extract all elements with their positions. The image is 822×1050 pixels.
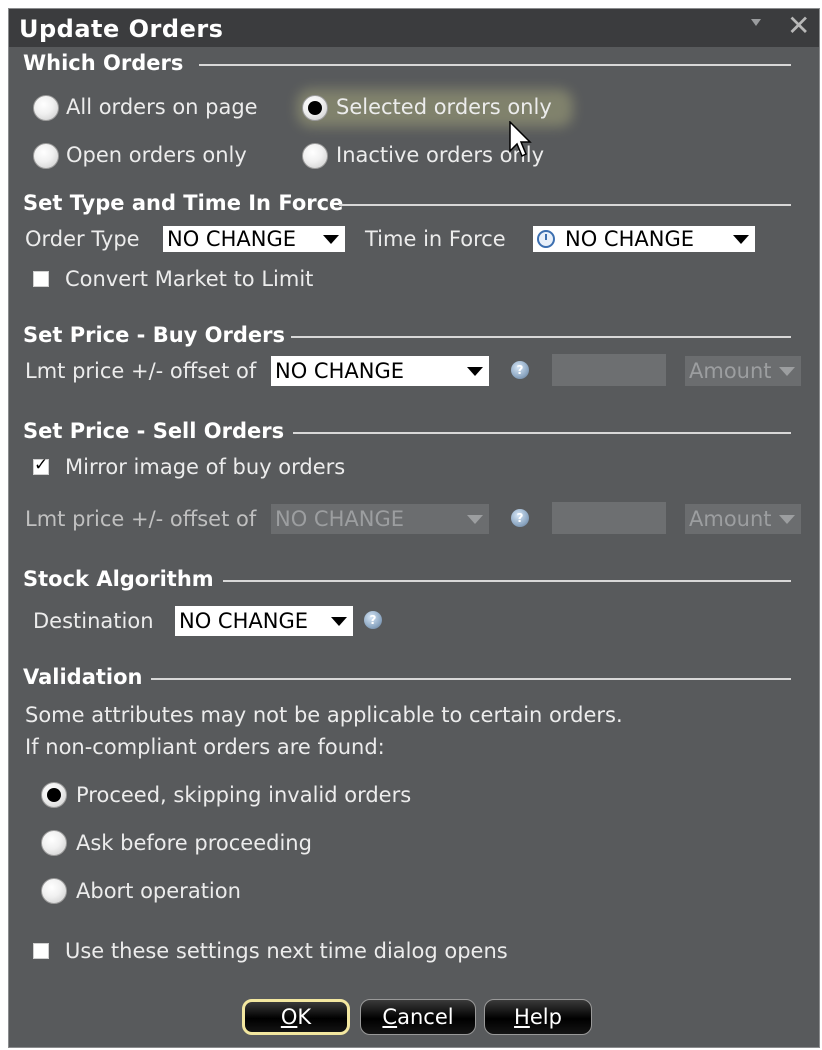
- chevron-down-icon[interactable]: [751, 19, 761, 26]
- mirror-buy-checkbox[interactable]: [33, 455, 49, 475]
- section-divider: [223, 580, 791, 582]
- sell-unit-select[interactable]: Amount: [685, 504, 801, 534]
- radio-proceed-skipping-label: Proceed, skipping invalid orders: [76, 783, 412, 807]
- chevron-down-icon: [467, 367, 483, 376]
- update-orders-dialog: Update Orders ✕ Which Orders All orders …: [8, 8, 820, 1048]
- chevron-down-icon: [323, 235, 339, 244]
- help-mnemonic: H: [514, 1005, 530, 1029]
- buy-unit-select[interactable]: Amount: [685, 356, 801, 386]
- section-stock-algorithm: Stock Algorithm: [23, 567, 214, 591]
- tif-select[interactable]: NO CHANGE: [533, 226, 755, 252]
- destination-value: NO CHANGE: [179, 609, 308, 633]
- chevron-down-icon: [779, 367, 795, 376]
- help-button[interactable]: Help: [484, 999, 592, 1035]
- remember-settings-label: Use these settings next time dialog open…: [65, 939, 508, 963]
- help-icon[interactable]: ?: [511, 361, 529, 379]
- sell-amount-input[interactable]: [552, 502, 666, 534]
- validation-note-1: Some attributes may not be applicable to…: [25, 703, 623, 727]
- cancel-label: ancel: [397, 1005, 454, 1029]
- validation-note-2: If non-compliant orders are found:: [25, 735, 385, 759]
- title-bar[interactable]: Update Orders ✕: [9, 9, 819, 47]
- radio-abort[interactable]: [41, 878, 67, 904]
- ok-button[interactable]: OK: [242, 999, 350, 1035]
- radio-selected-orders[interactable]: [302, 95, 328, 121]
- help-icon[interactable]: ?: [364, 611, 382, 629]
- sell-offset-label: Lmt price +/- offset of: [25, 507, 257, 531]
- radio-ask-before[interactable]: [41, 830, 67, 856]
- sell-unit-value: Amount: [689, 507, 772, 531]
- ok-label: K: [297, 1005, 312, 1029]
- chevron-down-icon: [331, 617, 347, 626]
- buy-amount-input[interactable]: [552, 354, 666, 386]
- order-type-value: NO CHANGE: [167, 227, 296, 251]
- radio-selected-orders-label: Selected orders only: [336, 95, 552, 119]
- section-validation: Validation: [23, 665, 143, 689]
- remember-settings-checkbox[interactable]: [33, 943, 49, 959]
- section-sell-orders: Set Price - Sell Orders: [23, 419, 285, 443]
- destination-label: Destination: [33, 609, 154, 633]
- ok-mnemonic: O: [280, 1005, 298, 1029]
- radio-all-orders[interactable]: [33, 95, 59, 121]
- section-buy-orders: Set Price - Buy Orders: [23, 323, 285, 347]
- radio-open-orders[interactable]: [33, 143, 59, 169]
- convert-market-checkbox[interactable]: [33, 271, 49, 287]
- help-icon[interactable]: ?: [511, 509, 529, 527]
- tif-label: Time in Force: [365, 227, 506, 251]
- radio-proceed-skipping[interactable]: [41, 782, 67, 808]
- cancel-mnemonic: C: [382, 1005, 398, 1029]
- radio-open-orders-label: Open orders only: [66, 143, 247, 167]
- section-which-orders: Which Orders: [23, 51, 184, 75]
- section-divider: [199, 64, 791, 66]
- convert-market-label: Convert Market to Limit: [65, 267, 314, 291]
- chevron-down-icon: [467, 515, 483, 524]
- radio-abort-label: Abort operation: [76, 879, 241, 903]
- section-divider: [291, 336, 791, 338]
- radio-ask-before-label: Ask before proceeding: [76, 831, 312, 855]
- buy-unit-value: Amount: [689, 359, 772, 383]
- chevron-down-icon: [733, 235, 749, 244]
- section-divider: [293, 432, 791, 434]
- help-label: elp: [529, 1005, 562, 1029]
- buy-offset-select[interactable]: NO CHANGE: [271, 356, 489, 386]
- cancel-button[interactable]: Cancel: [360, 999, 476, 1035]
- section-type-tif: Set Type and Time In Force: [23, 191, 344, 215]
- radio-inactive-orders[interactable]: [302, 143, 328, 169]
- destination-select[interactable]: NO CHANGE: [175, 606, 353, 636]
- close-icon[interactable]: ✕: [787, 11, 810, 41]
- section-divider: [339, 204, 791, 206]
- sell-offset-value: NO CHANGE: [275, 507, 404, 531]
- clock-icon: [537, 230, 555, 248]
- mouse-cursor-icon: [509, 121, 532, 158]
- dialog-title: Update Orders: [19, 15, 224, 43]
- section-divider: [151, 678, 791, 680]
- buy-offset-label: Lmt price +/- offset of: [25, 359, 257, 383]
- mirror-buy-label: Mirror image of buy orders: [65, 455, 346, 479]
- buy-offset-value: NO CHANGE: [275, 359, 404, 383]
- radio-all-orders-label: All orders on page: [66, 95, 258, 119]
- chevron-down-icon: [779, 515, 795, 524]
- order-type-select[interactable]: NO CHANGE: [163, 226, 345, 252]
- tif-value: NO CHANGE: [565, 227, 694, 251]
- sell-offset-select[interactable]: NO CHANGE: [271, 504, 489, 534]
- order-type-label: Order Type: [25, 227, 140, 251]
